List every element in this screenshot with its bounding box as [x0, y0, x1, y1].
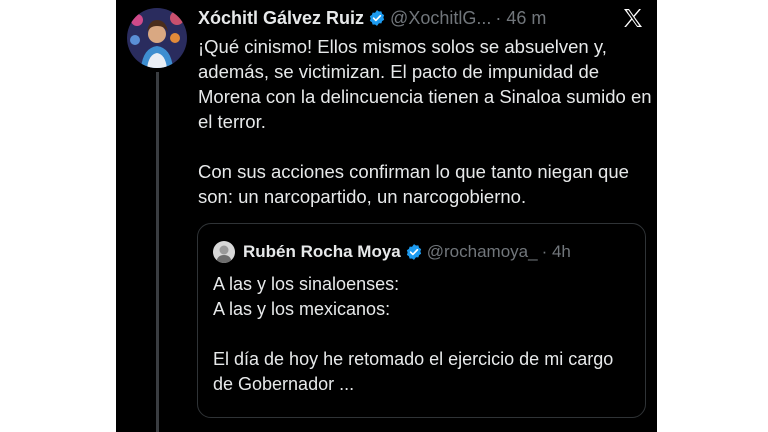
- author-handle[interactable]: @XochitlG...: [390, 8, 491, 29]
- quoted-author-handle[interactable]: @rochamoya_: [427, 242, 538, 262]
- quoted-tweet-text: A las y los sinaloenses: A las y los mex…: [213, 272, 633, 397]
- quoted-author-avatar[interactable]: [213, 241, 235, 263]
- tweet-time[interactable]: · 46 m: [495, 8, 546, 29]
- verified-badge-icon: [368, 9, 386, 27]
- verified-badge-icon: [405, 243, 423, 261]
- tweet-paragraph-2: Con sus acciones confirman lo que tanto …: [198, 161, 629, 207]
- quoted-line-1: A las y los sinaloenses:: [213, 274, 400, 294]
- thread-line: [156, 72, 159, 432]
- tweet-paragraph-1: ¡Qué cinismo! Ellos mismos solos se absu…: [198, 36, 652, 132]
- quoted-line-2: A las y los mexicanos:: [213, 299, 391, 319]
- quoted-tweet[interactable]: Rubén Rocha Moya @rochamoya_ · 4h A las …: [197, 223, 646, 418]
- author-name[interactable]: Xóchitl Gálvez Ruiz: [198, 8, 364, 29]
- quoted-tweet-header: Rubén Rocha Moya @rochamoya_ · 4h: [213, 240, 571, 264]
- tweet-card: Xóchitl Gálvez Ruiz @XochitlG... · 46 m …: [116, 0, 657, 432]
- quoted-author-name[interactable]: Rubén Rocha Moya: [243, 242, 401, 262]
- x-logo-icon: [621, 6, 645, 30]
- author-avatar[interactable]: [127, 8, 187, 68]
- quoted-tweet-time[interactable]: · 4h: [542, 242, 571, 262]
- tweet-text: ¡Qué cinismo! Ellos mismos solos se absu…: [198, 34, 653, 209]
- tweet-header: Xóchitl Gálvez Ruiz @XochitlG... · 46 m: [198, 7, 546, 29]
- quoted-paragraph: El día de hoy he retomado el ejercicio d…: [213, 349, 614, 394]
